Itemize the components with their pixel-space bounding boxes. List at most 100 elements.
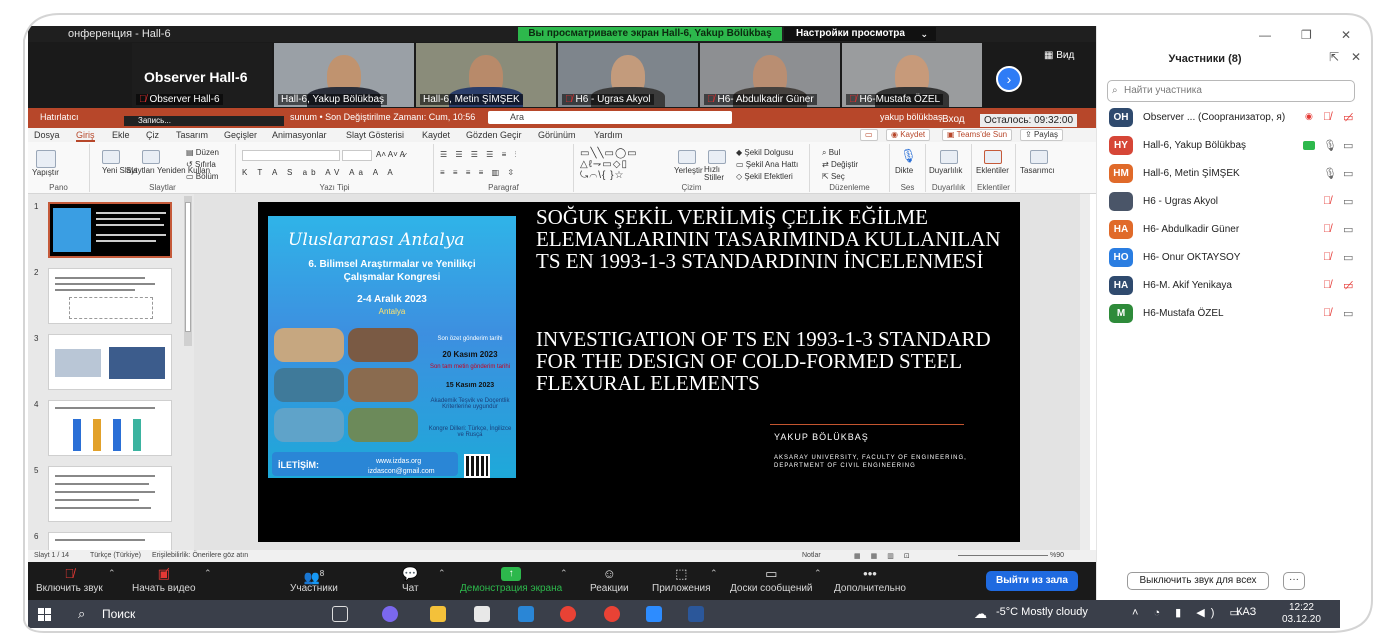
scrollbar-thumb[interactable] — [185, 202, 191, 332]
quick-styles-button[interactable]: Hızlı Stiller — [704, 166, 728, 182]
system-tray-icons[interactable]: ˄ ◔ ▮ ◀) ▭ — [1132, 606, 1246, 619]
word-icon[interactable] — [688, 606, 704, 622]
participant-row[interactable]: M H6-Mustafa ÖZEL 🎙̸ ▭ — [1109, 302, 1365, 326]
video-off-icon[interactable]: ▭̸ — [1343, 279, 1353, 292]
record-button[interactable]: ◉ Kaydet — [886, 129, 931, 141]
font-format-buttons[interactable]: K T A S ab AV Aa A A — [242, 168, 397, 177]
restore-icon[interactable]: ❐ — [1301, 28, 1312, 42]
video-tile-mustafa[interactable]: 🎙̸ H6-Mustafa ÖZEL — [842, 43, 982, 107]
more-button[interactable]: ••• Дополнительно — [834, 565, 906, 594]
reactions-button[interactable]: ☺ Реакции — [590, 565, 629, 594]
video-tile-yakup[interactable]: Hall-6, Yakup Bölükbaş — [274, 43, 414, 107]
mute-all-button[interactable]: Выключить звук для всех — [1127, 572, 1269, 590]
view-settings-button[interactable]: Настройки просмотра ⌄ — [784, 27, 936, 41]
zoom-slider[interactable] — [958, 555, 1048, 556]
tab-yardim[interactable]: Yardım — [594, 130, 622, 140]
video-on-icon[interactable]: ▭ — [1343, 195, 1353, 208]
store-icon[interactable] — [474, 606, 490, 622]
weather-text[interactable]: -5°C Mostly cloudy — [996, 606, 1088, 618]
reset-button[interactable]: ↺ Sıfırla — [186, 160, 216, 169]
video-on-icon[interactable]: ▭ — [1343, 167, 1353, 180]
zoom-app-icon[interactable] — [646, 606, 662, 622]
task-view-icon[interactable] — [332, 606, 348, 622]
video-on-icon[interactable]: ▭ — [1343, 251, 1353, 264]
select-button[interactable]: ⇱ Seç — [822, 172, 845, 181]
minimize-icon[interactable]: — — [1259, 28, 1271, 42]
tab-giris[interactable]: Giriş — [76, 130, 95, 142]
find-button[interactable]: ⌕ Bul — [822, 148, 840, 158]
arrange-button[interactable]: Yerleştir — [674, 166, 703, 175]
tab-gozden-gecir[interactable]: Gözden Geçir — [466, 130, 522, 140]
chevron-up-icon[interactable]: ⌃ — [108, 568, 116, 579]
whiteboards-button[interactable]: ▭ Доски сообщений — [730, 565, 813, 594]
tab-tasarim[interactable]: Tasarım — [176, 130, 208, 140]
video-off-icon[interactable]: ▭̸ — [1343, 111, 1353, 124]
chevron-up-icon[interactable]: ⌃ — [204, 568, 212, 579]
thumbnail-slide-2[interactable] — [48, 268, 172, 324]
canvas-scrollbar[interactable] — [1080, 194, 1090, 550]
chrome-profile-icon[interactable] — [604, 606, 620, 622]
replace-button[interactable]: ⇄ Değiştir — [822, 160, 858, 169]
ppt-user-name[interactable]: yakup bölükbaş — [880, 112, 943, 122]
paste-button[interactable]: Yapıştır — [32, 168, 59, 177]
shapes-gallery[interactable]: ▭╲╲▭◯▭ △ℓ⇁▭◇▯ ⤿⌒\{ }☆ — [580, 148, 638, 181]
paragraph-align-buttons[interactable]: ≡ ≡ ≡ ≡ ▥ ⇳ — [440, 168, 517, 177]
participant-row[interactable]: HM Hall-6, Metin ŞİMŞEK 🎙 ▭ — [1109, 162, 1365, 186]
font-size-select[interactable] — [342, 150, 372, 161]
participant-row[interactable]: HY Hall-6, Yakup Bölükbaş 🎙 ▭ — [1109, 134, 1365, 158]
participant-search-input[interactable]: ⌕ Найти участника — [1107, 80, 1355, 102]
file-explorer-icon[interactable] — [430, 606, 446, 622]
shape-effects-button[interactable]: ◇ Şekil Efektleri — [736, 172, 793, 181]
mic-off-icon[interactable]: 🎙̸ — [1323, 251, 1331, 263]
tab-animasyonlar[interactable]: Animasyonlar — [272, 130, 327, 140]
designer-button[interactable]: Tasarımcı — [1020, 166, 1055, 175]
tab-ciz[interactable]: Çiz — [146, 130, 159, 140]
signin-button[interactable]: Вход — [942, 114, 965, 125]
keyboard-language[interactable]: КАЗ — [1236, 606, 1256, 618]
unmute-button[interactable]: 🎙̸ Включить звук — [36, 565, 103, 594]
video-tile-ugras[interactable]: 🎙̸ H6 - Ugras Akyol — [558, 43, 698, 107]
section-button[interactable]: ▭ Bölüm — [186, 172, 218, 181]
tab-slayt-gosterisi[interactable]: Slayt Gösterisi — [346, 130, 404, 140]
mic-on-icon[interactable]: 🎙 — [1323, 139, 1337, 152]
chevron-up-icon[interactable]: ⌃ — [560, 568, 568, 579]
accessibility-status[interactable]: Erişilebilirlik: Önerilere göz atın — [152, 552, 248, 559]
mic-off-icon[interactable]: 🎙̸ — [1323, 279, 1331, 291]
video-tile-observer[interactable]: Observer Hall-6 🎙̸ Observer Hall-6 — [132, 43, 272, 107]
comments-button[interactable]: ▭ — [860, 129, 878, 141]
participant-row[interactable]: HO H6- Onur OKTAYSOY 🎙̸ ▭ — [1109, 246, 1365, 270]
sensitivity-button[interactable]: Duyarlılık — [929, 166, 962, 175]
start-video-button[interactable]: ▣̸ Начать видео — [132, 565, 196, 594]
record-bar[interactable]: Запись... — [124, 116, 284, 126]
tab-gecisler[interactable]: Geçişler — [224, 130, 257, 140]
close-icon[interactable]: ✕ — [1341, 28, 1351, 42]
mic-off-icon[interactable]: 🎙̸ — [1323, 307, 1331, 319]
popout-icon[interactable]: ⇱ — [1329, 50, 1339, 64]
mic-on-icon[interactable]: 🎙 — [1323, 167, 1337, 180]
video-tile-metin[interactable]: Hall-6, Metin ŞİMŞEK — [416, 43, 556, 107]
tab-ekle[interactable]: Ekle — [112, 130, 130, 140]
current-slide[interactable]: Uluslararası Antalya 6. Bilimsel Araştır… — [258, 202, 1020, 542]
chevron-up-icon[interactable]: ⌃ — [710, 568, 718, 579]
chevron-up-icon[interactable]: ⌃ — [438, 568, 446, 579]
view-mode-buttons[interactable]: ▦▦▥⊡ — [854, 552, 920, 560]
more-options-button[interactable]: ··· — [1283, 572, 1305, 590]
mail-icon[interactable] — [518, 606, 534, 622]
share-button[interactable]: ⇪ Paylaş — [1020, 129, 1063, 141]
participant-row[interactable]: HA H6-M. Akif Yenikaya 🎙̸ ▭̸ — [1109, 274, 1365, 298]
mic-off-icon[interactable]: 🎙̸ — [1323, 111, 1331, 123]
video-on-icon[interactable]: ▭ — [1343, 139, 1353, 152]
chrome-icon[interactable] — [560, 606, 576, 622]
thumbnail-slide-3[interactable] — [48, 334, 172, 390]
video-on-icon[interactable]: ▭ — [1343, 223, 1353, 236]
participant-row[interactable]: H6 - Ugras Akyol 🎙̸ ▭ — [1109, 190, 1365, 214]
leave-room-button[interactable]: Выйти из зала — [986, 571, 1078, 591]
video-tile-abdulkadir[interactable]: 🎙̸ H6- Abdulkadir Güner — [700, 43, 840, 107]
font-grow-buttons[interactable]: A˄ A˅ A̷ — [376, 150, 405, 159]
apps-button[interactable]: ⬚ Приложения — [652, 565, 711, 594]
shape-outline-button[interactable]: ▭ Şekil Ana Hattı — [736, 160, 798, 169]
teams-present-button[interactable]: ▣ Teams'de Sun — [942, 129, 1013, 141]
weather-icon[interactable]: ☁ — [974, 606, 987, 622]
paragraph-list-buttons[interactable]: ☰ ☰ ☰ ☰ ≡ ⫶ — [440, 150, 519, 160]
thumbnail-slide-1[interactable] — [48, 202, 172, 258]
